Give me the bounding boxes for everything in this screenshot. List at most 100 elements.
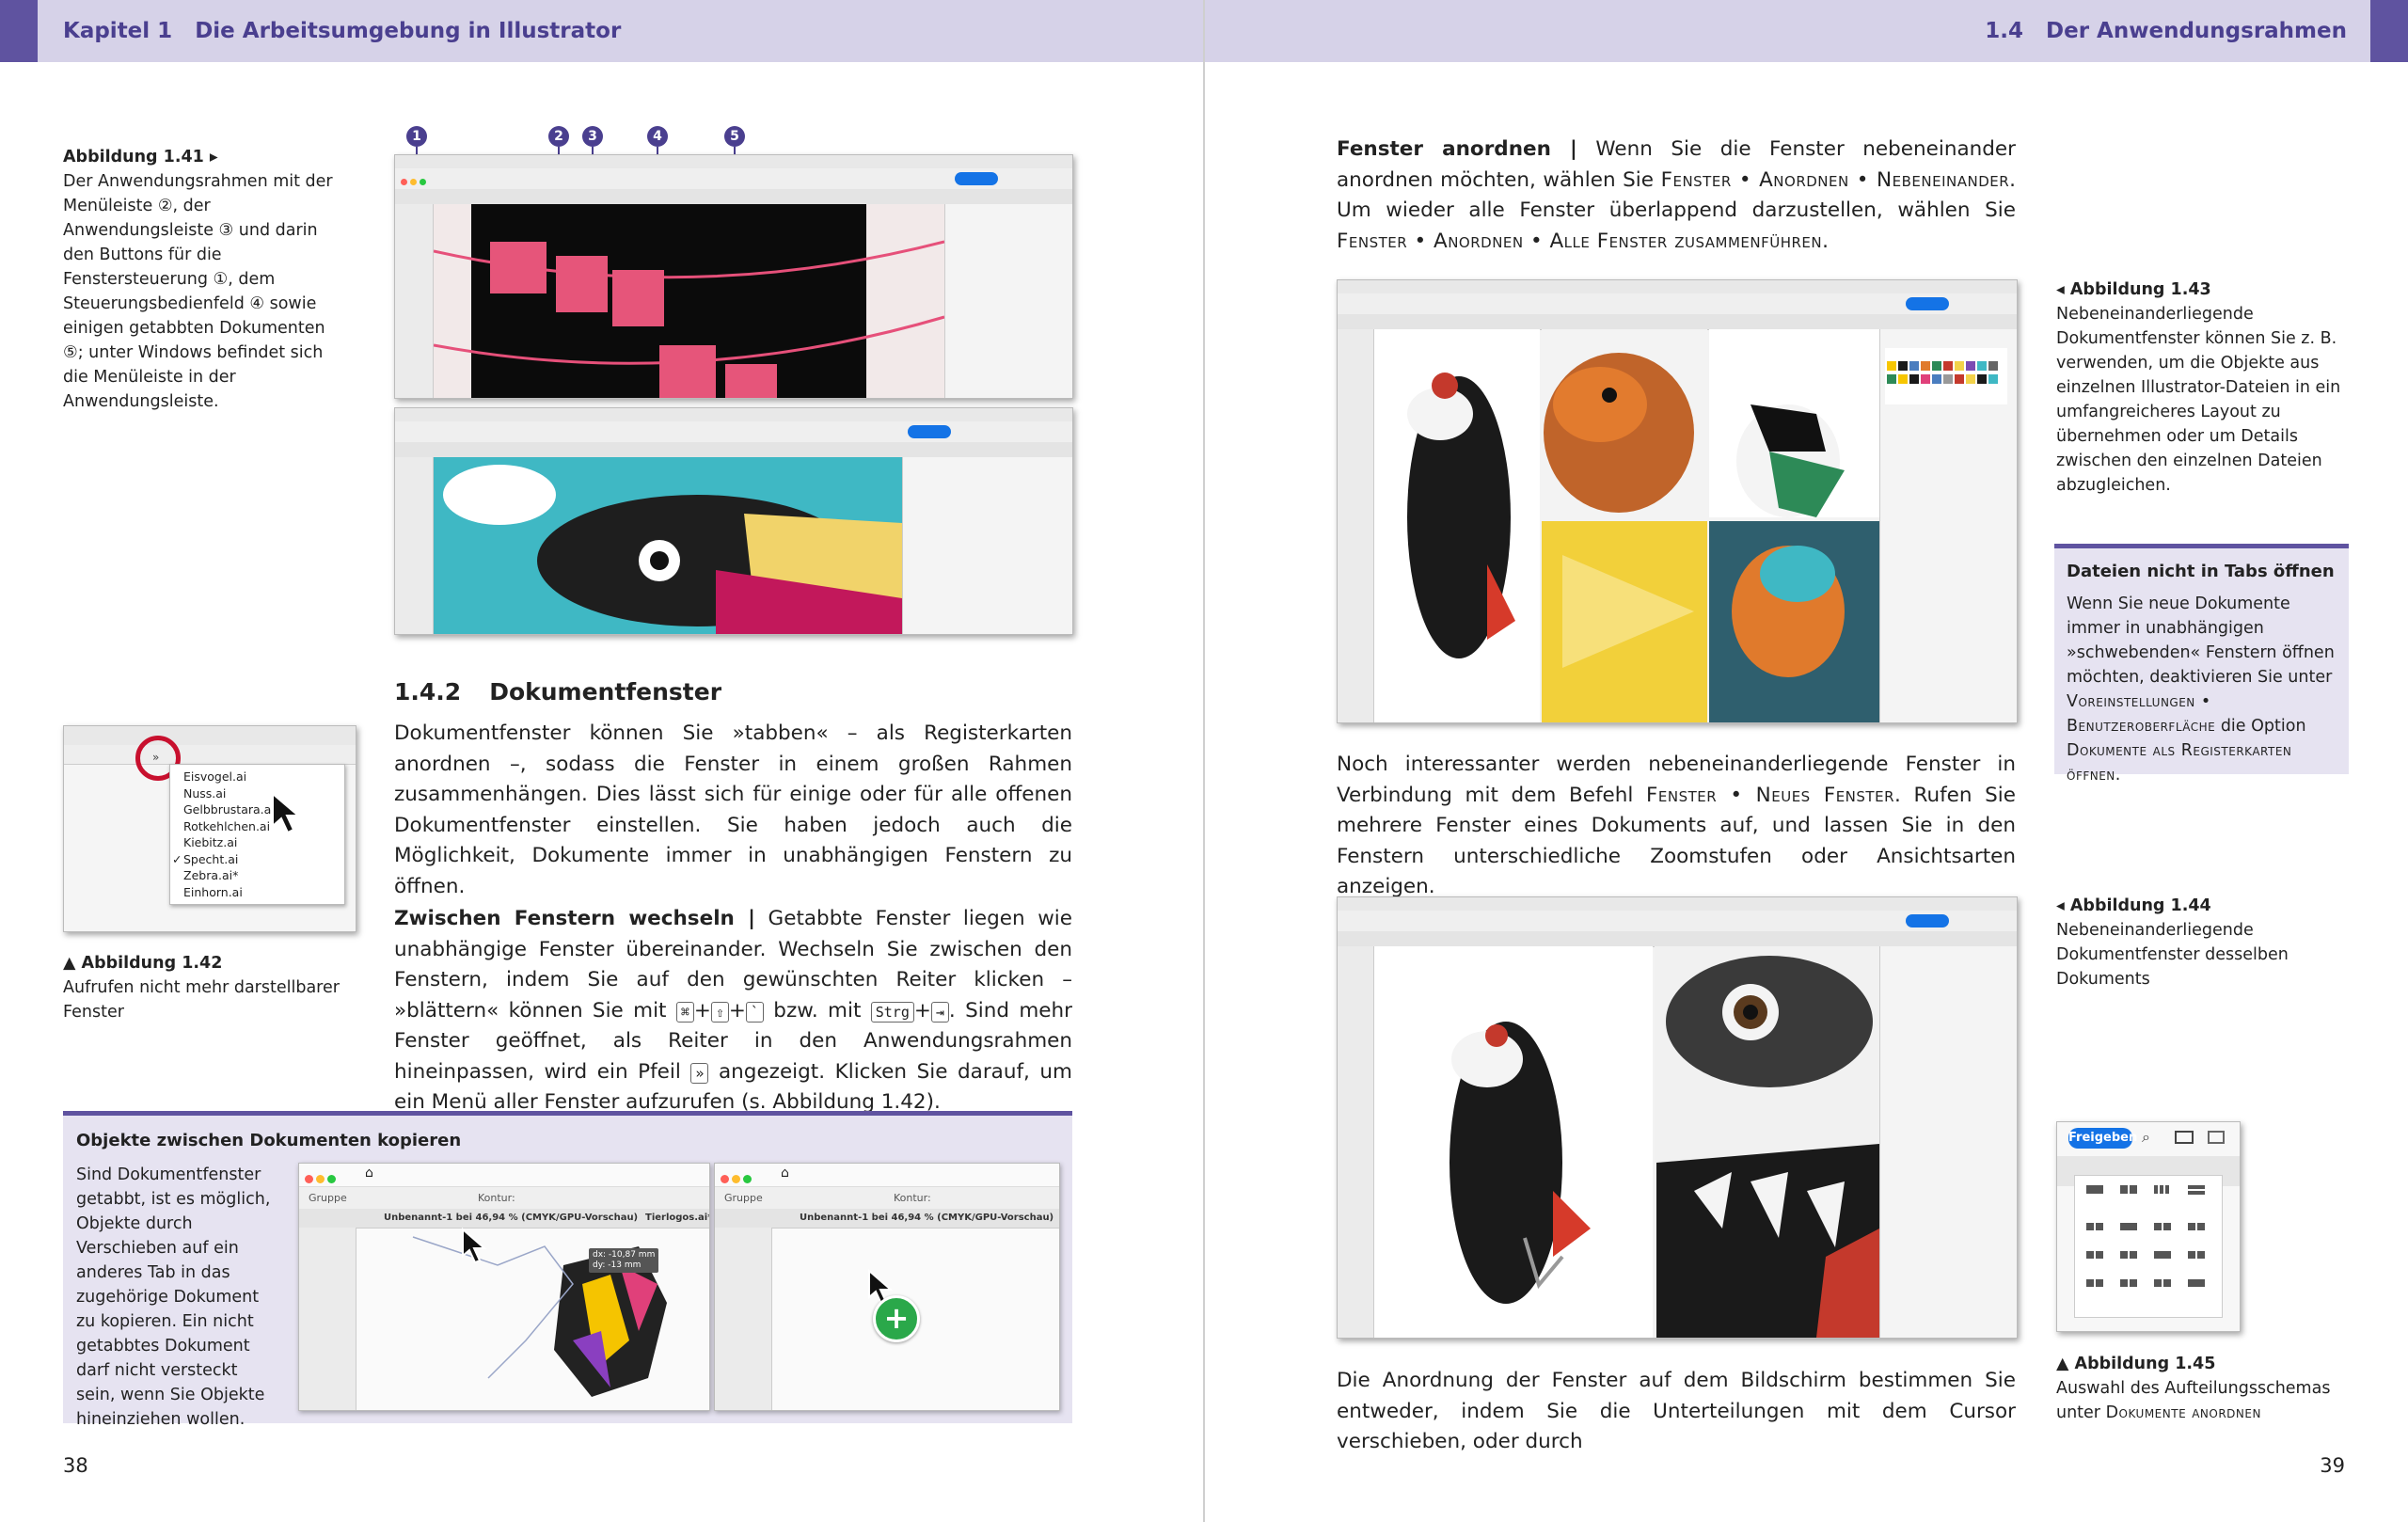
key-shift: ⇧ bbox=[710, 1001, 729, 1023]
chapter-header-strip bbox=[0, 0, 38, 62]
paragraph-anordnung: Die Anordnung der Fenster auf dem Bildsc… bbox=[1337, 1369, 2016, 1453]
callout-2: 2 bbox=[548, 126, 569, 147]
chapter-header: Kapitel 1 Die Arbeitsumgebung in Illustr… bbox=[63, 19, 622, 43]
menu-path: Voreinstellungen • Benutzeroberfläche bbox=[2067, 692, 2216, 736]
tools-panel bbox=[395, 204, 434, 398]
menu-path: Fenster • Anordnen • Alle Fenster zusamm… bbox=[1337, 229, 1823, 253]
paragraph-head: Fenster anordnen | bbox=[1337, 137, 1577, 161]
figure-1-42-caption: ▲ Abbildung 1.42 Aufrufen nicht mehr dar… bbox=[63, 951, 350, 1024]
figure-1-44-text: Nebeneinanderliegende Dokumentfenster de… bbox=[2056, 921, 2289, 989]
document-tabs: Unbenannt-1 bei 46,94 % (CMYK/GPU-Vorsch… bbox=[299, 1209, 709, 1229]
key-overflow-arrow: » bbox=[690, 1062, 709, 1084]
figure-1-45-title: ▲ Abbildung 1.45 bbox=[2056, 1355, 2216, 1373]
arrange-documents-icon[interactable] bbox=[2175, 1131, 2194, 1144]
menu-item[interactable]: Eisvogel.ai bbox=[170, 769, 344, 785]
section-header-strip bbox=[2370, 0, 2408, 62]
info-text: . bbox=[2115, 766, 2121, 785]
search-icon[interactable]: ⌕ bbox=[2142, 1128, 2150, 1147]
paragraph-head: Zwischen Fenstern wechseln | bbox=[394, 907, 755, 930]
minimize-dot-icon bbox=[316, 1175, 325, 1183]
close-dot-icon bbox=[721, 1175, 729, 1183]
menu-path: Fenster • Anordnen • Nebeneinander bbox=[1660, 167, 2010, 192]
minimize-dot-icon bbox=[732, 1175, 740, 1183]
tab-tierlogos[interactable]: Tierlogos.ai* bbox=[645, 1213, 709, 1223]
checkmark-icon: ✓ bbox=[172, 851, 182, 866]
menu-item[interactable]: Kiebitz.ai bbox=[170, 834, 344, 851]
figure-1-42-text: Aufrufen nicht mehr darstellbarer Fenste… bbox=[63, 978, 340, 1022]
callout-1: 1 bbox=[406, 126, 427, 147]
page-number-right: 39 bbox=[2320, 1454, 2345, 1477]
figure-1-44-title: ◂ Abbildung 1.44 bbox=[2056, 896, 2211, 915]
mouse-cursor-icon bbox=[272, 792, 301, 834]
figure-1-43-caption: ◂ Abbildung 1.43 Nebeneinanderliegende D… bbox=[2056, 277, 2348, 498]
callout-5: 5 bbox=[724, 126, 745, 147]
right-page: 1.4 Der Anwendungsrahmen Fenster anordne… bbox=[1205, 0, 2408, 1522]
control-bar: Gruppe Kontur: bbox=[715, 1186, 1059, 1211]
menu-item[interactable]: Zebra.ai* bbox=[170, 867, 344, 884]
home-icon[interactable]: ⌂ bbox=[365, 1165, 373, 1181]
close-dot-icon bbox=[305, 1175, 313, 1183]
callout-4: 4 bbox=[647, 126, 668, 147]
tools-panel bbox=[299, 1228, 356, 1410]
info-text: die Option bbox=[2215, 717, 2306, 736]
menu-path: Dokumente anordnen bbox=[2105, 1403, 2261, 1422]
move-tooltip: dx: -10,87 mm dy: -13 mm bbox=[589, 1248, 659, 1273]
menubar bbox=[1338, 280, 2017, 294]
zoom-dot-icon bbox=[743, 1175, 752, 1183]
woodpecker-artwork bbox=[1374, 946, 1879, 1338]
same-document-windows-screenshot bbox=[1337, 896, 2018, 1339]
tools-panel bbox=[395, 457, 434, 634]
menu-item[interactable]: Gelbbrustara.ai bbox=[170, 801, 344, 818]
paragraph-text: bzw. mit bbox=[763, 998, 871, 1023]
menu-item[interactable]: Rotkehlchen.ai bbox=[170, 818, 344, 835]
panel-header bbox=[64, 726, 356, 746]
illustrator-screenshot-dark-room bbox=[394, 154, 1073, 399]
share-button-small bbox=[908, 425, 951, 438]
tab-unbenannt[interactable]: Unbenannt-1 bei 46,94 % (CMYK/GPU-Vorsch… bbox=[384, 1213, 638, 1223]
info-box-title: Objekte zwischen Dokumenten kopieren bbox=[76, 1131, 462, 1150]
info-box-copy-objects: Objekte zwischen Dokumenten kopieren Sin… bbox=[63, 1111, 1072, 1429]
section-heading: 1.4.2 Dokumentfenster bbox=[394, 678, 721, 706]
window-controls bbox=[401, 171, 429, 189]
key-tab: ⇥ bbox=[930, 1001, 949, 1023]
properties-panel bbox=[944, 204, 1072, 398]
document-canvas bbox=[433, 204, 945, 398]
menu-item[interactable]: Nuss.ai bbox=[170, 785, 344, 802]
tooltip-dx: dx: -10,87 mm bbox=[593, 1250, 656, 1260]
overflow-arrow-icon[interactable]: » bbox=[152, 751, 159, 764]
layout-options bbox=[2086, 1185, 2205, 1287]
share-button[interactable]: Freigeben bbox=[2068, 1128, 2137, 1149]
workspace-icon[interactable] bbox=[2208, 1131, 2225, 1144]
menu-item-label: Specht.ai bbox=[183, 851, 239, 866]
tabbed-window-screenshot: ⌂ Gruppe Kontur: Unbenannt-1 bei 46,94 %… bbox=[298, 1163, 710, 1411]
home-icon[interactable]: ⌂ bbox=[781, 1165, 789, 1181]
menu-item-checked[interactable]: ✓ Specht.ai bbox=[170, 851, 344, 868]
application-bar bbox=[1338, 911, 2017, 932]
zoom-dot-icon bbox=[327, 1175, 336, 1183]
section-header: 1.4 Der Anwendungsrahmen bbox=[1985, 19, 2347, 43]
section-number: 1.4.2 bbox=[394, 678, 462, 706]
tab-unbenannt[interactable]: Unbenannt-1 bei 46,94 % (CMYK/GPU-Vorsch… bbox=[800, 1213, 1054, 1223]
control-panel bbox=[395, 189, 1072, 205]
group-label: Gruppe bbox=[724, 1192, 763, 1204]
window-list: Eisvogel.ai Nuss.ai Gelbbrustara.ai Rotk… bbox=[170, 769, 344, 900]
minimize-dot-icon bbox=[410, 179, 417, 185]
paragraph-text: . bbox=[1822, 229, 1829, 253]
menubar bbox=[395, 408, 1072, 422]
window-list-menu: Eisvogel.ai Nuss.ai Gelbbrustara.ai Rotk… bbox=[169, 764, 345, 905]
figure-1-43-title: ◂ Abbildung 1.43 bbox=[2056, 280, 2211, 299]
document-canvas bbox=[434, 457, 902, 634]
properties-panel bbox=[902, 457, 1072, 634]
info-box-title: Dateien nicht in Tabs öffnen bbox=[2067, 562, 2335, 581]
tools-panel bbox=[1338, 946, 1374, 1338]
swatches-panel bbox=[1879, 329, 2017, 722]
tiled-windows-screenshot bbox=[1337, 279, 2018, 723]
info-box-no-tabs: Dateien nicht in Tabs öffnen Wenn Sie ne… bbox=[2054, 544, 2349, 785]
copy-plus-icon: + bbox=[873, 1295, 920, 1342]
key-ctrl: Strg bbox=[870, 1001, 914, 1023]
info-text: Wenn Sie neue Dokumente immer in unabhän… bbox=[2067, 595, 2335, 687]
control-panel bbox=[395, 442, 1072, 458]
menu-item[interactable]: Einhorn.ai bbox=[170, 884, 344, 901]
key-cmd: ⌘ bbox=[675, 1001, 694, 1023]
window-controls bbox=[721, 1169, 754, 1187]
